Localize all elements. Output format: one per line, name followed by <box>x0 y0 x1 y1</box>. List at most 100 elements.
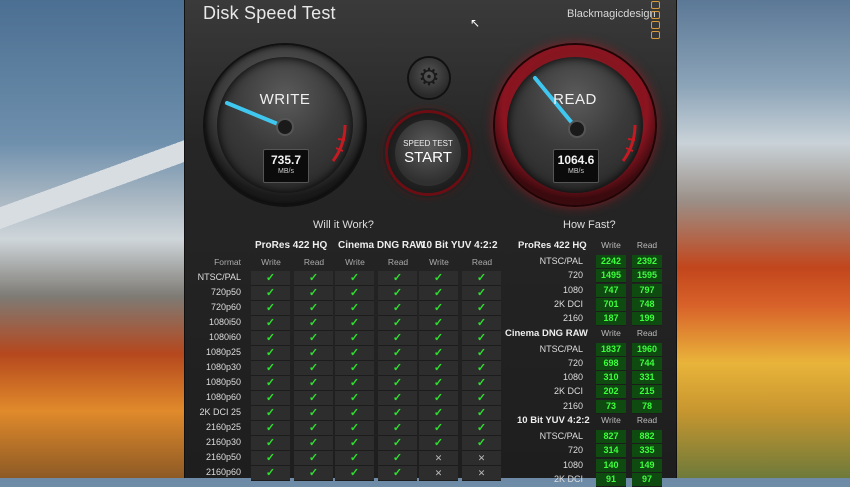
check-icon: ✓ <box>462 346 501 361</box>
check-icon: ✓ <box>378 391 417 406</box>
format-label: NTSC/PAL <box>197 272 241 282</box>
check-icon: ✓ <box>462 301 501 316</box>
write-fps-value: 1495 <box>596 269 626 284</box>
format-label: NTSC/PAL <box>539 431 583 441</box>
format-label: 720p50 <box>210 287 241 297</box>
check-icon: ✓ <box>335 376 374 391</box>
check-icon: ✓ <box>251 436 290 451</box>
format-label: 2160p50 <box>205 452 241 462</box>
start-button[interactable]: SPEED TEST START <box>388 113 468 193</box>
write-fps-value: 91 <box>596 472 626 487</box>
check-icon: ✓ <box>378 361 417 376</box>
check-icon: ✓ <box>419 391 458 406</box>
read-fps-value: 882 <box>632 430 662 444</box>
write-readout: 735.7 MB/s <box>263 149 309 183</box>
speed-group-header: Cinema DNG RAW <box>505 327 588 339</box>
check-icon: ✓ <box>251 451 290 466</box>
speed-row: 720 314 335 <box>503 444 673 459</box>
check-icon: ✓ <box>335 286 374 301</box>
check-icon: ✓ <box>294 376 333 391</box>
mouse-cursor-icon: ↖ <box>470 16 481 30</box>
read-gauge: READ 1064.6 MB/s <box>495 45 655 205</box>
write-column-header: Write <box>345 257 365 267</box>
speed-row: 2K DCI 701 748 <box>503 297 673 312</box>
check-icon: ✓ <box>294 436 333 451</box>
check-icon: ✓ <box>462 376 501 391</box>
check-icon: ✓ <box>294 361 333 376</box>
table-row: 2160p30 ✓ ✓ ✓ ✓ ✓ ✓ <box>193 436 501 451</box>
check-icon: ✓ <box>462 436 501 451</box>
write-column-header: Write <box>601 240 621 250</box>
speed-row: NTSC/PAL 1837 1960 <box>503 342 673 357</box>
format-column-header: Format <box>214 257 241 267</box>
check-icon: ✓ <box>294 286 333 301</box>
format-label: 2160p25 <box>205 422 241 432</box>
speed-row: 1080 310 331 <box>503 371 673 386</box>
table-row: 720p60 ✓ ✓ ✓ ✓ ✓ ✓ <box>193 301 501 316</box>
read-fps-value: 2392 <box>632 255 662 269</box>
check-icon: ✓ <box>419 316 458 331</box>
read-fps-value: 1960 <box>632 342 662 357</box>
cross-icon: ✕ <box>419 466 458 481</box>
disk-speed-test-window: Disk Speed Test ↖ Blackmagicdesign WRITE… <box>184 0 677 487</box>
speed-row: 2160 73 78 <box>503 399 673 414</box>
check-icon: ✓ <box>335 391 374 406</box>
format-label: 1080 <box>562 372 583 383</box>
settings-button[interactable]: ⚙ <box>409 58 449 98</box>
write-gauge: WRITE 735.7 MB/s <box>205 45 365 205</box>
speed-group-header: ProRes 422 HQ <box>518 240 587 251</box>
check-icon: ✓ <box>294 271 333 286</box>
write-fps-value: 2242 <box>596 255 626 269</box>
group-header: ProRes 422 HQ <box>255 240 328 251</box>
speed-row: 2160 187 199 <box>503 312 673 327</box>
check-icon: ✓ <box>294 406 333 421</box>
format-label: 1080i60 <box>208 332 241 342</box>
format-label: 2160 <box>562 313 583 324</box>
read-column-header: Read <box>636 415 658 425</box>
format-label: 2160 <box>562 400 583 411</box>
check-icon: ✓ <box>251 301 290 316</box>
read-fps-value: 1595 <box>632 269 662 284</box>
table-row: 1080p30 ✓ ✓ ✓ ✓ ✓ ✓ <box>193 361 501 376</box>
will-it-work-title: Will it Work? <box>313 219 374 231</box>
check-icon: ✓ <box>378 436 417 451</box>
speed-row: 720 698 744 <box>503 356 673 371</box>
write-fps-value: 202 <box>596 385 626 400</box>
read-fps-value: 215 <box>632 385 662 400</box>
check-icon: ✓ <box>419 406 458 421</box>
read-column-header: Read <box>636 240 658 250</box>
read-fps-value: 78 <box>632 399 662 414</box>
table-row: 1080i50 ✓ ✓ ✓ ✓ ✓ ✓ <box>193 316 501 331</box>
check-icon: ✓ <box>251 346 290 361</box>
speed-row: 2K DCI 91 97 <box>503 472 673 487</box>
check-icon: ✓ <box>419 421 458 436</box>
start-button-label: START <box>404 149 452 166</box>
check-icon: ✓ <box>419 286 458 301</box>
read-fps-value: 149 <box>632 458 662 473</box>
desktop-wallpaper-right <box>676 0 850 478</box>
check-icon: ✓ <box>335 331 374 346</box>
format-label: 1080p25 <box>205 347 241 357</box>
speed-row: NTSC/PAL 827 882 <box>503 430 673 444</box>
check-icon: ✓ <box>335 421 374 436</box>
check-icon: ✓ <box>294 301 333 316</box>
read-column-header: Read <box>471 257 493 267</box>
brand-logo: Blackmagicdesign <box>567 8 656 20</box>
check-icon: ✓ <box>462 316 501 331</box>
speed-row: 720 1495 1595 <box>503 269 673 284</box>
check-icon: ✓ <box>335 451 374 466</box>
check-icon: ✓ <box>251 466 290 481</box>
format-label: 1080p30 <box>205 362 241 372</box>
check-icon: ✓ <box>251 271 290 286</box>
read-fps-value: 199 <box>632 312 662 327</box>
check-icon: ✓ <box>378 346 417 361</box>
write-fps-value: 310 <box>596 371 626 386</box>
table-row: 1080i60 ✓ ✓ ✓ ✓ ✓ ✓ <box>193 331 501 346</box>
read-fps-value: 744 <box>632 356 662 371</box>
read-fps-value: 748 <box>632 297 662 312</box>
check-icon: ✓ <box>378 286 417 301</box>
check-icon: ✓ <box>462 406 501 421</box>
format-label: 1080p50 <box>205 377 241 387</box>
read-speed-value: 1064.6 <box>557 153 595 167</box>
title-bar: Disk Speed Test ↖ Blackmagicdesign <box>185 0 676 39</box>
